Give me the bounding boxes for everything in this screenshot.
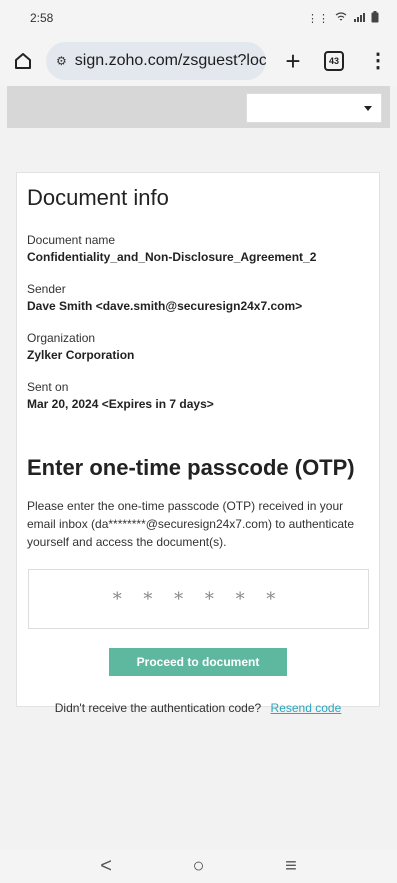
more-options-icon[interactable]: ⋮ — [368, 51, 388, 71]
vibrate-icon: ⋮⋮ — [307, 12, 329, 25]
field-value: Confidentiality_and_Non-Disclosure_Agree… — [27, 250, 317, 264]
document-name-field: Document name Confidentiality_and_Non-Di… — [27, 233, 369, 264]
language-select[interactable] — [246, 93, 382, 123]
resend-code-link[interactable]: Resend code — [271, 701, 342, 715]
field-label: Document name — [27, 233, 116, 247]
browser-toolbar: ⚙ sign.zoho.com/zsguest?loc + 43 ⋮ — [0, 36, 397, 86]
battery-icon — [371, 10, 379, 26]
tab-switcher-button[interactable]: 43 — [324, 51, 344, 71]
url-text: sign.zoho.com/zsguest?loc — [74, 52, 266, 69]
resend-prompt: Didn't receive the authentication code? — [54, 701, 262, 715]
field-value: Mar 20, 2024 <Expires in 7 days> — [27, 397, 214, 411]
signal-icon — [353, 12, 365, 25]
tab-count: 43 — [328, 56, 339, 66]
back-icon[interactable]: < — [100, 855, 112, 878]
home-icon[interactable] — [10, 48, 36, 74]
otp-description: Please enter the one-time passcode (OTP)… — [27, 499, 355, 549]
address-bar[interactable]: ⚙ sign.zoho.com/zsguest?loc — [46, 42, 266, 80]
proceed-to-document-button[interactable]: Proceed to document — [109, 648, 287, 676]
otp-input[interactable] — [27, 569, 369, 629]
site-settings-icon[interactable]: ⚙ — [56, 54, 67, 68]
home-nav-icon[interactable]: ○ — [192, 855, 204, 878]
field-label: Sender — [27, 282, 66, 296]
wifi-icon — [335, 11, 347, 25]
new-tab-icon[interactable]: + — [280, 46, 306, 77]
otp-heading: Enter one-time passcode (OTP) — [27, 455, 355, 480]
document-info-heading: Document info — [27, 185, 169, 210]
page-header-band — [7, 86, 390, 128]
field-label: Organization — [27, 331, 96, 345]
status-icons: ⋮⋮ — [307, 10, 379, 26]
sent-on-field: Sent on Mar 20, 2024 <Expires in 7 days> — [27, 380, 369, 411]
status-time: 2:58 — [30, 11, 54, 25]
status-bar: 2:58 ⋮⋮ — [0, 0, 397, 36]
field-value: Dave Smith <dave.smith@securesign24x7.co… — [27, 299, 303, 313]
document-card: Document info Document name Confidential… — [16, 172, 380, 715]
caret-down-icon — [364, 106, 372, 111]
recents-icon[interactable]: ≡ — [285, 855, 297, 878]
system-nav-bar: < ○ ≡ — [0, 850, 397, 883]
sender-field: Sender Dave Smith <dave.smith@securesign… — [27, 282, 369, 313]
resend-row: Didn't receive the authentication code? … — [27, 701, 369, 715]
field-label: Sent on — [27, 380, 69, 394]
field-value: Zylker Corporation — [27, 348, 135, 362]
organization-field: Organization Zylker Corporation — [27, 331, 369, 362]
